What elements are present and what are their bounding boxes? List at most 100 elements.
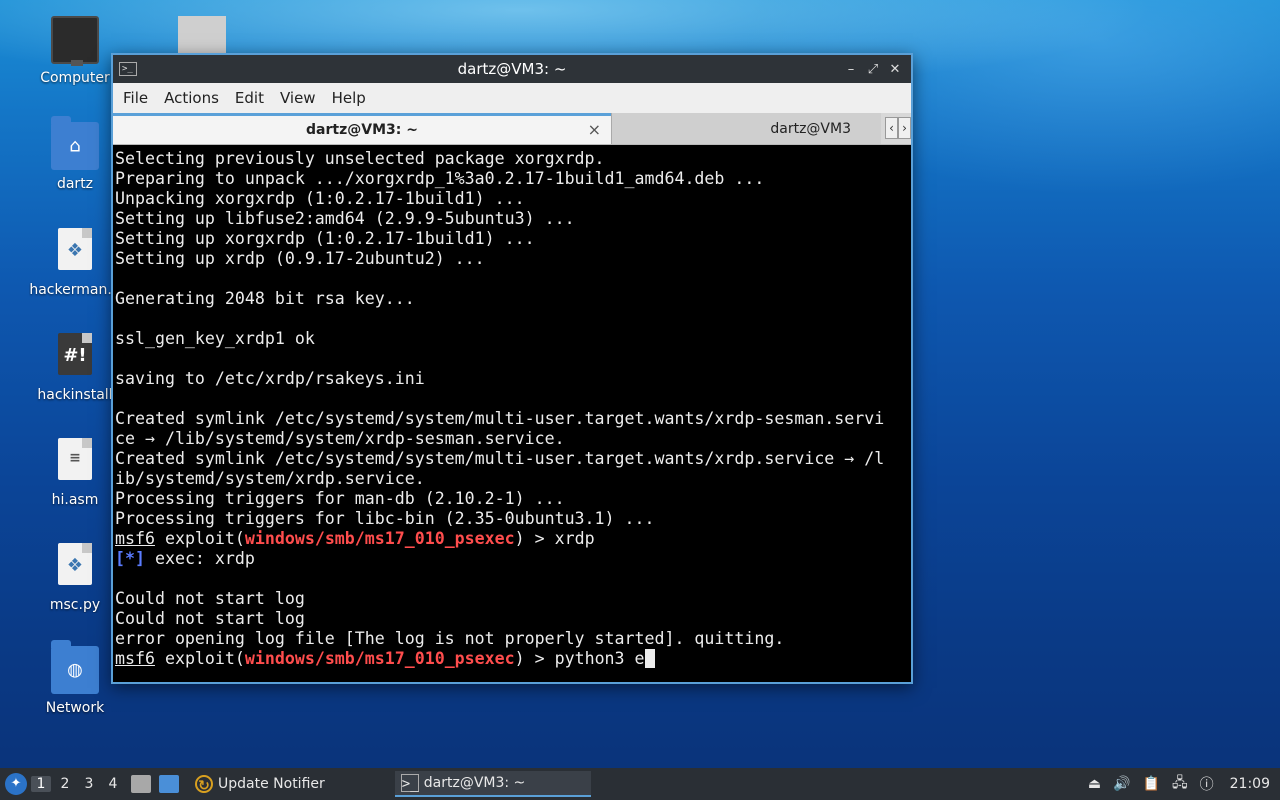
menu-bar: File Actions Edit View Help: [113, 83, 911, 113]
terminal-line: Setting up xrdp (0.9.17-2ubuntu2) ...: [115, 249, 485, 268]
terminal-line: Processing triggers for man-db (2.10.2-1…: [115, 489, 565, 508]
clipboard-icon[interactable]: 📋: [1143, 776, 1160, 792]
minimize-icon[interactable]: –: [841, 62, 861, 77]
workspace-3[interactable]: 3: [79, 776, 99, 792]
prompt-pre: exploit(: [154, 649, 245, 668]
computer-icon: [51, 16, 99, 66]
file-manager-icon[interactable]: [131, 775, 151, 793]
workspace-1[interactable]: 1: [31, 776, 51, 792]
text-file-icon: ≡: [58, 438, 92, 480]
text-cursor: [644, 649, 655, 668]
desktop-icon-label: msc.py: [49, 597, 101, 613]
menu-help[interactable]: Help: [324, 89, 374, 107]
menu-actions[interactable]: Actions: [156, 89, 227, 107]
home-folder-icon: ⌂: [51, 116, 99, 170]
terminal-line: error opening log file [The log is not p…: [115, 629, 785, 648]
maximize-icon[interactable]: ⤢: [863, 62, 883, 77]
prompt-msf: msf6: [115, 529, 155, 548]
tab-label: dartz@VM3: [770, 120, 851, 137]
notification-icon[interactable]: ⓘ: [1200, 774, 1214, 794]
prompt-msf: msf6: [115, 649, 155, 668]
terminal-line-prompt-current: msf6 exploit(windows/smb/ms17_010_psexec…: [115, 649, 909, 669]
show-desktop-icon[interactable]: [159, 775, 179, 793]
terminal-line: Generating 2048 bit rsa key...: [115, 289, 415, 308]
desktop-icon-dartz[interactable]: ⌂ dartz: [29, 116, 121, 192]
terminal-line: Created symlink /etc/systemd/system/mult…: [115, 409, 885, 428]
prompt-module: windows/smb/ms17_010_psexec: [244, 529, 515, 548]
terminal-line: Selecting previously unselected package …: [115, 149, 605, 168]
desktop-icon-label: hi.asm: [51, 492, 99, 508]
network-folder-icon: ◍: [51, 640, 99, 694]
desktop-icon-hi-asm[interactable]: ≡ hi.asm: [29, 436, 121, 508]
tab-bar: dartz@VM3: ~ × dartz@VM3 ‹ ›: [113, 113, 911, 145]
tab-close-icon[interactable]: ×: [588, 120, 601, 139]
window-titlebar[interactable]: >_ dartz@VM3: ~ – ⤢ ✕: [113, 55, 911, 83]
desktop-icon-network[interactable]: ◍ Network: [29, 640, 121, 716]
terminal-line: ssl_gen_key_xrdp1 ok: [115, 329, 315, 348]
clock[interactable]: 21:09: [1230, 776, 1270, 792]
desktop-icon-msc-py[interactable]: ❖ msc.py: [29, 541, 121, 613]
terminal-line: ib/systemd/system/xrdp.service.: [115, 469, 425, 488]
desktop-icon-computer[interactable]: Computer: [29, 16, 121, 86]
terminal-line: Setting up libfuse2:amd64 (2.9.9-5ubuntu…: [115, 209, 575, 228]
terminal-line: saving to /etc/xrdp/rsakeys.ini: [115, 369, 425, 388]
task-label: Update Notifier: [218, 776, 325, 792]
python-file-icon: ❖: [58, 543, 92, 585]
menu-edit[interactable]: Edit: [227, 89, 272, 107]
terminal-line: Unpacking xorgxrdp (1:0.2.17-1build1) ..…: [115, 189, 525, 208]
system-tray: ⏏ 🔊 📋 🖧 ⓘ 21:09: [1088, 772, 1270, 796]
tab-scroll-left-icon[interactable]: ‹: [885, 117, 898, 139]
desktop-icon-label: Network: [45, 700, 105, 716]
desktop-icon-hackerman[interactable]: ❖ hackerman.p: [29, 226, 121, 298]
tab-label: dartz@VM3: ~: [306, 122, 418, 138]
eject-icon[interactable]: ⏏: [1088, 776, 1101, 792]
app-menu-icon[interactable]: ✦: [5, 773, 27, 795]
desktop-icon-label: hackinstall: [37, 387, 113, 403]
terminal-output[interactable]: Selecting previously unselected package …: [113, 145, 911, 684]
desktop-icon-label: Computer: [40, 70, 110, 86]
desktop-icon-hackinstall[interactable]: #! hackinstall: [29, 331, 121, 403]
terminal-icon[interactable]: >_: [119, 62, 137, 76]
info-text: exec: xrdp: [144, 549, 255, 568]
desktop-icon-label: dartz: [56, 176, 94, 192]
tab-terminal-2[interactable]: dartz@VM3: [611, 113, 881, 144]
prompt-post: ) >: [514, 649, 555, 668]
terminal-line-info: [*] exec: xrdp: [115, 549, 909, 569]
terminal-line: Preparing to unpack .../xorgxrdp_1%3a0.2…: [115, 169, 765, 188]
prompt-post: ) >: [514, 529, 555, 548]
prompt-command-input[interactable]: python3 e: [555, 649, 645, 668]
menu-view[interactable]: View: [272, 89, 324, 107]
tab-scroll-right-icon[interactable]: ›: [898, 117, 911, 139]
terminal-line: Could not start log: [115, 609, 305, 628]
menu-file[interactable]: File: [115, 89, 156, 107]
task-label: dartz@VM3: ~: [423, 775, 526, 791]
taskbar: ✦ 1 2 3 4 ↻ Update Notifier >_ dartz@VM3…: [0, 768, 1280, 800]
task-update-notifier[interactable]: ↻ Update Notifier: [189, 771, 331, 797]
workspace-4[interactable]: 4: [103, 776, 123, 792]
script-file-icon: #!: [58, 333, 92, 375]
close-icon[interactable]: ✕: [885, 62, 905, 77]
workspace-2[interactable]: 2: [55, 776, 75, 792]
terminal-line: Setting up xorgxrdp (1:0.2.17-1build1) .…: [115, 229, 535, 248]
terminal-window[interactable]: >_ dartz@VM3: ~ – ⤢ ✕ File Actions Edit …: [111, 53, 913, 684]
desktop-icon-label: hackerman.p: [29, 282, 121, 298]
terminal-line-prompt: msf6 exploit(windows/smb/ms17_010_psexec…: [115, 529, 909, 549]
volume-icon[interactable]: 🔊: [1113, 776, 1130, 792]
python-file-icon: ❖: [58, 228, 92, 270]
terminal-line: Processing triggers for libc-bin (2.35-0…: [115, 509, 655, 528]
terminal-line: Created symlink /etc/systemd/system/mult…: [115, 449, 885, 468]
tab-terminal-1[interactable]: dartz@VM3: ~ ×: [113, 113, 611, 144]
terminal-icon: >_: [400, 774, 419, 792]
terminal-line: ce → /lib/systemd/system/xrdp-sesman.ser…: [115, 429, 565, 448]
prompt-pre: exploit(: [154, 529, 245, 548]
update-notifier-icon: ↻: [195, 775, 213, 794]
prompt-module: windows/smb/ms17_010_psexec: [244, 649, 515, 668]
terminal-line: Could not start log: [115, 589, 305, 608]
network-icon[interactable]: 🖧: [1172, 772, 1188, 796]
task-terminal[interactable]: >_ dartz@VM3: ~: [394, 771, 591, 797]
